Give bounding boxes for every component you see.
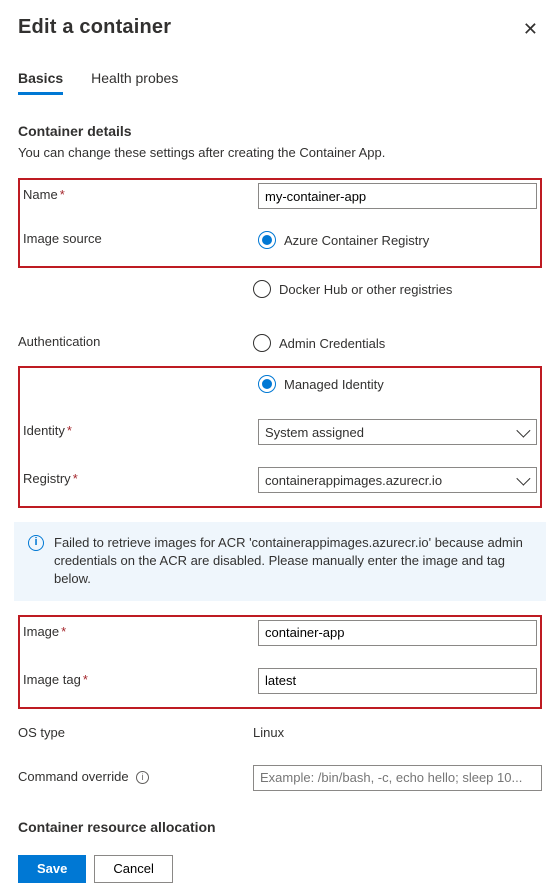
info-icon: i [28,535,44,551]
image-source-label: Image source [23,231,102,246]
os-type-value: Linux [253,725,284,740]
identity-label: Identity [23,423,65,438]
os-type-label: OS type [18,725,65,740]
required-asterisk: * [83,672,88,687]
radio-unchecked-icon [253,334,271,352]
radio-checked-icon [258,231,276,249]
acr-error-text: Failed to retrieve images for ACR 'conta… [54,534,532,589]
container-details-heading: Container details [18,123,542,139]
highlight-auth-identity-registry: Managed Identity Identity* System assign… [18,366,542,508]
chevron-down-icon [516,472,530,486]
identity-select[interactable]: System assigned [258,419,537,445]
identity-value: System assigned [265,425,364,440]
auth-managed-radio[interactable]: Managed Identity [258,371,537,397]
required-asterisk: * [60,187,65,202]
tab-bar: Basics Health probes [18,70,542,95]
radio-unchecked-icon [253,280,271,298]
auth-admin-radio[interactable]: Admin Credentials [253,330,542,356]
image-label: Image [23,624,59,639]
required-asterisk: * [61,624,66,639]
auth-managed-label: Managed Identity [284,377,384,392]
image-tag-input[interactable] [258,668,537,694]
acr-error-infobox: i Failed to retrieve images for ACR 'con… [14,522,546,601]
required-asterisk: * [67,423,72,438]
image-source-acr-label: Azure Container Registry [284,233,429,248]
image-source-docker-radio[interactable]: Docker Hub or other registries [253,276,542,302]
image-input[interactable] [258,620,537,646]
authentication-label: Authentication [18,334,100,349]
close-icon[interactable]: ✕ [519,16,542,42]
highlight-image-tag: Image* Image tag* [18,615,542,709]
image-source-acr-radio[interactable]: Azure Container Registry [258,227,537,253]
name-label: Name [23,187,58,202]
footer-bar: Save Cancel [0,843,560,895]
panel-title: Edit a container [18,16,171,39]
chevron-down-icon [516,424,530,438]
tab-health-probes[interactable]: Health probes [91,70,178,95]
required-asterisk: * [73,471,78,486]
radio-checked-icon [258,375,276,393]
auth-admin-label: Admin Credentials [279,336,385,351]
registry-value: containerappimages.azurecr.io [265,473,442,488]
highlight-name-imagesource: Name* Image source Azure Container Regis… [18,178,542,268]
cancel-button[interactable]: Cancel [94,855,172,883]
registry-select[interactable]: containerappimages.azurecr.io [258,467,537,493]
command-override-input[interactable] [253,765,542,791]
resource-allocation-heading: Container resource allocation [18,819,542,835]
tab-basics[interactable]: Basics [18,70,63,95]
image-source-docker-label: Docker Hub or other registries [279,282,452,297]
registry-label: Registry [23,471,71,486]
name-input[interactable] [258,183,537,209]
command-override-label: Command override [18,769,129,784]
save-button[interactable]: Save [18,855,86,883]
image-tag-label: Image tag [23,672,81,687]
info-hint-icon[interactable]: i [136,771,149,784]
container-details-subtext: You can change these settings after crea… [18,145,542,160]
